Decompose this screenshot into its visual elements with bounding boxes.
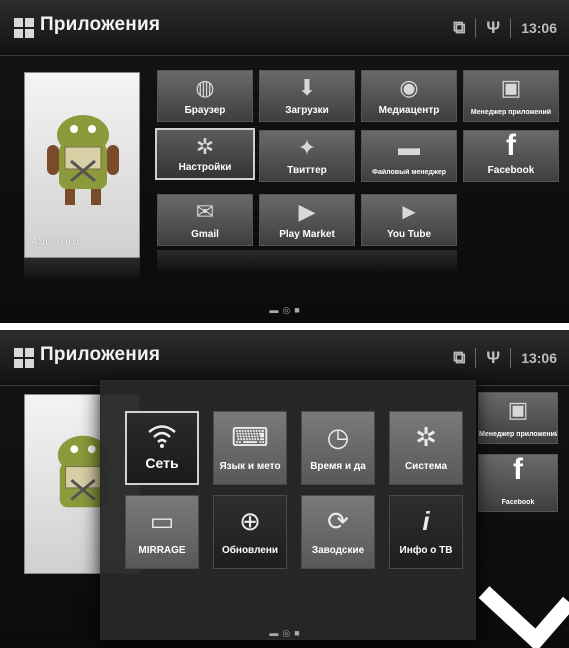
android-mascot-icon bbox=[47, 115, 119, 205]
app-label: Загрузки bbox=[285, 105, 329, 116]
gear-icon: ✲ bbox=[195, 134, 215, 159]
reflection bbox=[157, 250, 457, 274]
download-icon: ⬇ bbox=[297, 75, 317, 100]
app-label: Менеджер приложений bbox=[470, 109, 552, 116]
app-label: Facebook bbox=[487, 165, 535, 176]
app-label: Facebook bbox=[501, 499, 535, 506]
page-title: Приложения bbox=[40, 14, 161, 35]
app-manager-icon: ▣ bbox=[507, 397, 529, 422]
folder-icon: ▬ bbox=[398, 135, 420, 160]
app-downloads[interactable]: ⬇ Загрузки bbox=[259, 70, 355, 122]
page-dot-icon: ◎ bbox=[282, 628, 291, 638]
divider bbox=[475, 348, 477, 368]
page-indicator[interactable]: ▬ ◎ ■ bbox=[0, 305, 569, 316]
facebook-icon: f bbox=[506, 129, 516, 162]
status-area: ⧉ Ψ 13:06 bbox=[453, 16, 557, 40]
setting-mirrage[interactable]: ▭ MIRRAGE bbox=[125, 495, 199, 569]
page-dot-icon: ■ bbox=[294, 628, 300, 638]
clock-time: 13:06 bbox=[521, 20, 557, 36]
info-icon: i bbox=[422, 506, 430, 536]
app-label: Медиацентр bbox=[378, 105, 440, 116]
apps-grid-icon bbox=[14, 348, 34, 368]
usb-icon: Ψ bbox=[486, 348, 501, 367]
reset-icon: ⟳ bbox=[327, 506, 349, 536]
page-dot-icon: ◎ bbox=[282, 305, 291, 315]
youtube-icon: ► bbox=[398, 199, 420, 224]
setting-label: MIRRAGE bbox=[138, 545, 186, 556]
top-bar: Приложения ⧉ Ψ 13:06 bbox=[0, 0, 569, 56]
setting-time-date[interactable]: ◷ Время и да bbox=[301, 411, 375, 485]
app-gmail[interactable]: ✉ Gmail bbox=[157, 194, 253, 246]
app-youtube[interactable]: ► You Tube bbox=[361, 194, 457, 246]
app-label: Менеджер приложений bbox=[479, 431, 557, 438]
app-manager-icon: ▣ bbox=[500, 75, 522, 100]
clock-time: 13:06 bbox=[521, 350, 557, 366]
app-label: Настройки bbox=[178, 162, 232, 173]
featured-android-tile[interactable]: ANDROID bbox=[24, 72, 140, 258]
usb-icon: Ψ bbox=[486, 18, 501, 37]
app-label: Play Market bbox=[279, 229, 335, 240]
reflection bbox=[24, 258, 140, 282]
app-label: Браузер bbox=[184, 105, 226, 116]
app-label: Файловый менеджер bbox=[371, 169, 446, 176]
divider bbox=[510, 348, 512, 368]
setting-label: Язык и мето bbox=[219, 461, 281, 472]
app-file-manager[interactable]: ▬ Файловый менеджер bbox=[361, 130, 457, 182]
app-label: You Tube bbox=[386, 229, 432, 240]
mirror-screen-icon: ▭ bbox=[149, 506, 175, 536]
play-market-icon: ▶ bbox=[298, 199, 316, 224]
app-label: Твиттер bbox=[287, 165, 327, 176]
app-settings[interactable]: ✲ Настройки bbox=[155, 128, 255, 180]
setting-language[interactable]: ⌨ Язык и мето bbox=[213, 411, 287, 485]
network-icon: ⧉ bbox=[453, 348, 466, 367]
quick-settings-dialog: Сеть ⌨ Язык и мето ◷ Время и да ✲ Систем… bbox=[100, 380, 476, 640]
top-bar: Приложения ⧉ Ψ 13:06 bbox=[0, 330, 569, 386]
setting-update[interactable]: ⊕ Обновлени bbox=[213, 495, 287, 569]
app-media-center[interactable]: ◉ Медиацентр bbox=[361, 70, 457, 122]
page-dot-icon: ▬ bbox=[269, 305, 279, 315]
globe-icon: ◍ bbox=[195, 75, 215, 100]
setting-label: Инфо о ТВ bbox=[399, 545, 453, 556]
apps-screen-settings-overlay: Приложения ⧉ Ψ 13:06 ▣ Менеджер приложен… bbox=[0, 330, 569, 648]
keyboard-icon: ⌨ bbox=[231, 422, 269, 452]
setting-label: Время и да bbox=[310, 461, 366, 472]
page-dot-icon: ▬ bbox=[269, 628, 279, 638]
facebook-icon: f bbox=[513, 453, 523, 486]
featured-label: ANDROID bbox=[31, 237, 80, 247]
app-facebook[interactable]: f Facebook bbox=[478, 454, 558, 512]
divider bbox=[510, 18, 512, 38]
clock-icon: ◷ bbox=[326, 422, 350, 452]
app-facebook[interactable]: f Facebook bbox=[463, 130, 559, 182]
app-twitter[interactable]: ✦ Твиттер bbox=[259, 130, 355, 182]
media-center-icon: ◉ bbox=[399, 75, 419, 100]
gear-icon: ✲ bbox=[415, 422, 437, 452]
twitter-icon: ✦ bbox=[297, 135, 317, 160]
app-manager[interactable]: ▣ Менеджер приложений bbox=[478, 392, 558, 444]
page-indicator[interactable]: ▬ ◎ ■ bbox=[0, 628, 569, 639]
wifi-icon bbox=[127, 423, 197, 455]
setting-label: Система bbox=[404, 461, 448, 472]
apps-screen: Приложения ⧉ Ψ 13:06 ANDROID ◍ Браузер ⬇… bbox=[0, 0, 569, 323]
setting-label: Обновлени bbox=[221, 545, 279, 556]
setting-system[interactable]: ✲ Система bbox=[389, 411, 463, 485]
network-icon: ⧉ bbox=[453, 18, 466, 37]
divider bbox=[475, 18, 477, 38]
setting-tv-info[interactable]: i Инфо о ТВ bbox=[389, 495, 463, 569]
update-icon: ⊕ bbox=[239, 506, 261, 536]
page-title: Приложения bbox=[40, 344, 161, 365]
app-label: Gmail bbox=[191, 229, 219, 240]
apps-grid-icon bbox=[14, 18, 34, 38]
setting-factory-reset[interactable]: ⟳ Заводские bbox=[301, 495, 375, 569]
page-dot-icon: ■ bbox=[294, 305, 300, 315]
status-area: ⧉ Ψ 13:06 bbox=[453, 346, 557, 370]
gmail-icon: ✉ bbox=[195, 199, 215, 224]
setting-network[interactable]: Сеть bbox=[125, 411, 199, 485]
app-play-market[interactable]: ▶ Play Market bbox=[259, 194, 355, 246]
setting-label: Сеть bbox=[145, 455, 179, 471]
app-browser[interactable]: ◍ Браузер bbox=[157, 70, 253, 122]
setting-label: Заводские bbox=[311, 545, 365, 556]
app-manager[interactable]: ▣ Менеджер приложений bbox=[463, 70, 559, 122]
